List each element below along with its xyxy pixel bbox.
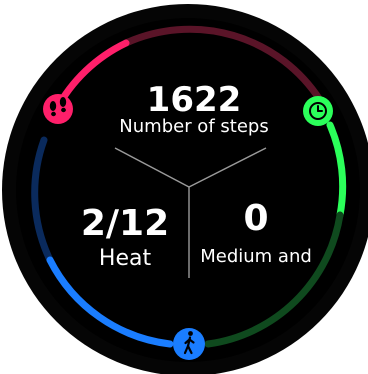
watch-dial [16,18,360,362]
watch-screen: 1622 Number of steps 2/12 Heat 0 Medium … [0,0,368,374]
steps-badge[interactable] [43,94,73,124]
steps-value: 1622 [146,80,242,120]
heat-value: 2/12 [80,203,170,244]
intensity-label: Medium and [200,246,312,267]
heat-label: Heat [98,246,152,271]
activity-badge[interactable] [173,328,205,360]
steps-metric[interactable]: 1622 Number of steps [84,82,304,137]
intensity-metric[interactable]: 0 Medium and [186,198,326,268]
steps-label: Number of steps [119,116,269,137]
exercise-badge[interactable] [303,96,333,126]
heat-metric[interactable]: 2/12 Heat [60,204,190,272]
watch-face [2,4,368,374]
intensity-value: 0 [243,198,269,239]
